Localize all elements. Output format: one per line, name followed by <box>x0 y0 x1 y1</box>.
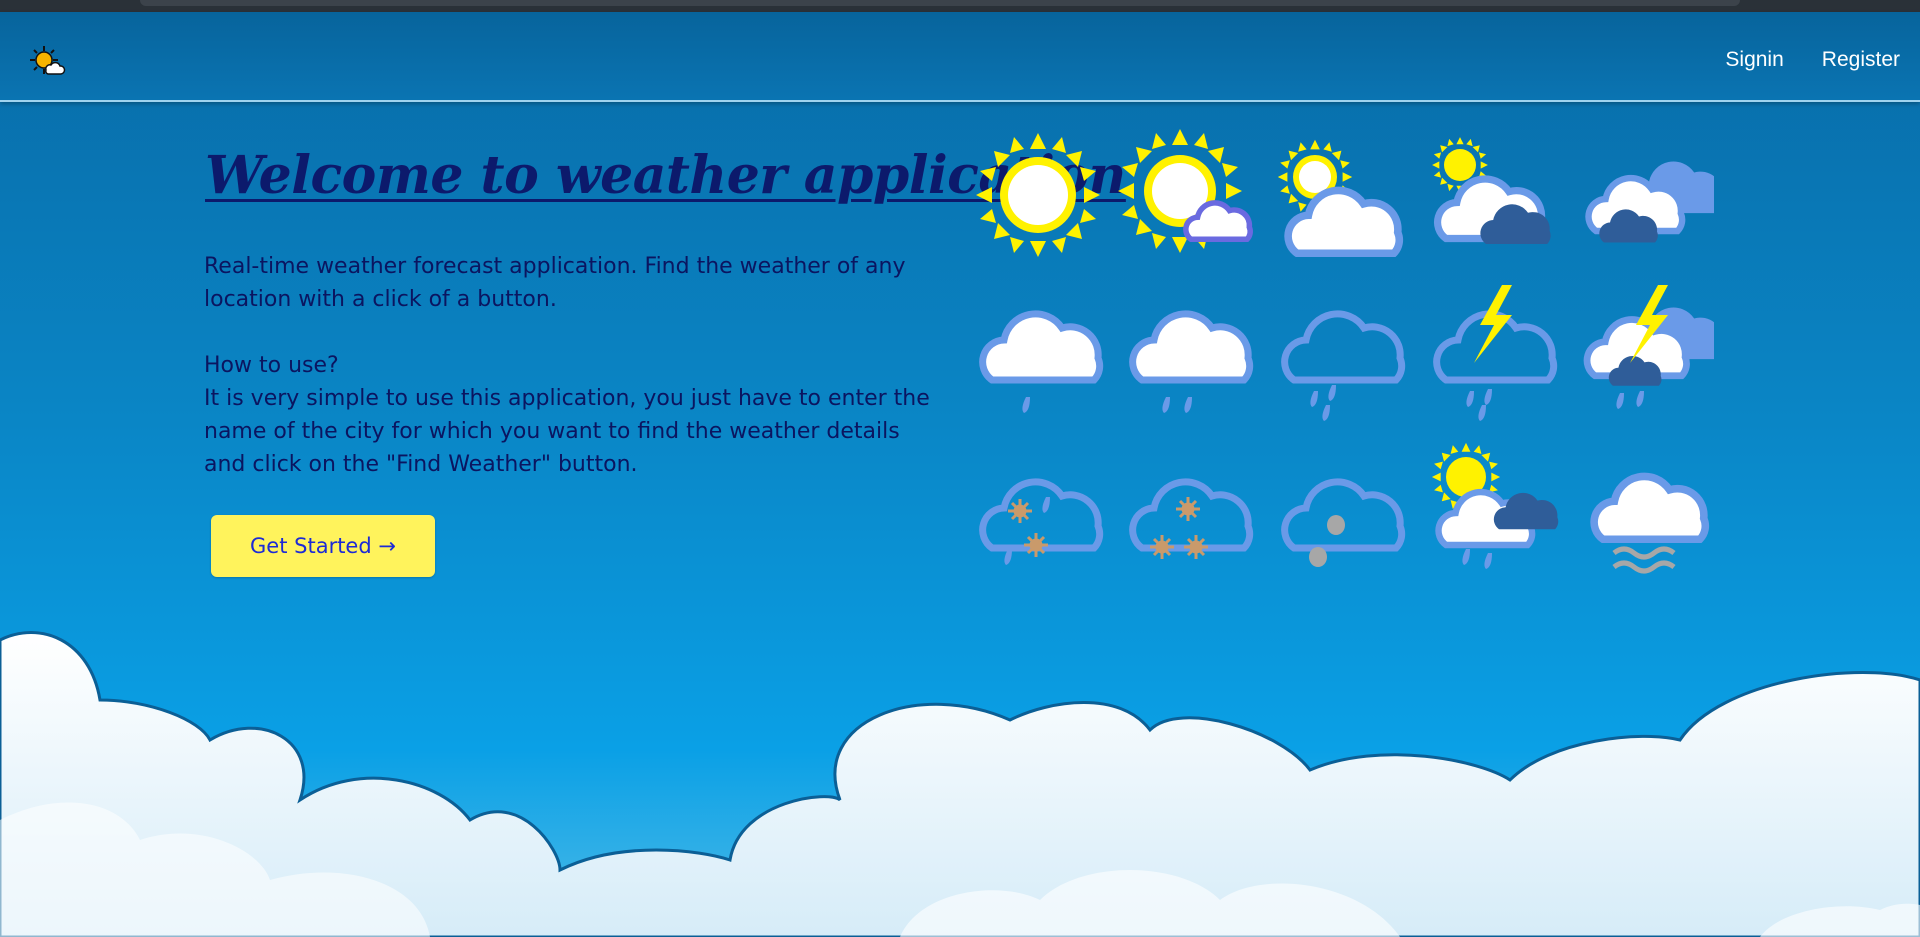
sun-cloud-logo-icon[interactable] <box>28 44 68 84</box>
hero-description: Real-time weather forecast application. … <box>204 254 906 312</box>
fog-icon <box>1574 445 1714 574</box>
thunderstorm-icon <box>1574 285 1714 409</box>
register-link[interactable]: Register <box>1822 48 1900 72</box>
overcast-icon <box>1574 161 1714 243</box>
hail-icon <box>1270 453 1410 567</box>
browser-url-bar[interactable] <box>140 0 1740 6</box>
howto-text: It is very simple to use this applicatio… <box>204 386 930 477</box>
sunny-icon <box>976 133 1100 257</box>
hero-description-block: Real-time weather forecast application. … <box>204 250 944 514</box>
signin-link[interactable]: Signin <box>1725 48 1783 72</box>
get-started-button[interactable]: Get Started → <box>211 515 435 577</box>
rain-icon <box>1118 285 1258 413</box>
cloudy-dark-cloud-icon <box>1432 137 1551 244</box>
thunder-rain-icon <box>1422 285 1562 421</box>
navbar: Signin Register <box>0 12 1920 102</box>
browser-top-strip <box>0 0 1920 12</box>
snow-icon <box>1118 453 1258 559</box>
partly-cloudy-icon <box>1277 139 1410 265</box>
heavy-rain-icon <box>1270 285 1410 421</box>
sun-small-cloud-icon <box>1118 129 1258 253</box>
sleet-icon <box>968 453 1108 565</box>
howto-title: How to use? <box>204 353 339 378</box>
nav-links: Signin Register <box>1725 40 1900 80</box>
light-rain-icon <box>968 285 1108 413</box>
weather-icons-grid <box>968 125 1738 595</box>
sun-showers-icon <box>1431 442 1559 569</box>
